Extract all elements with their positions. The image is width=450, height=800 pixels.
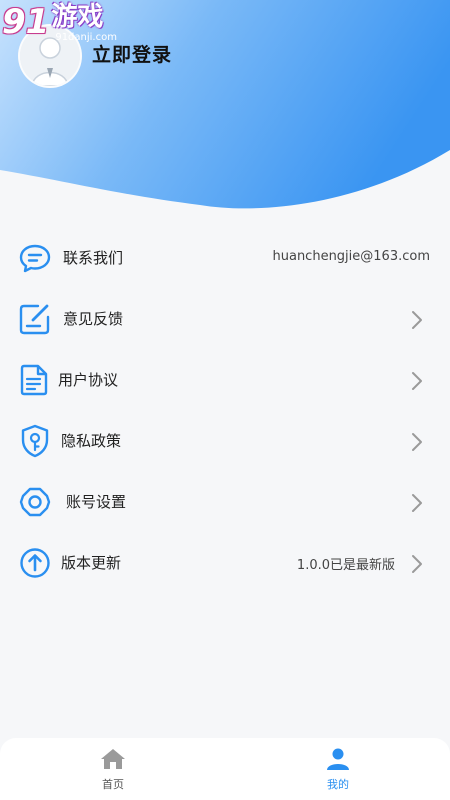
menu-label-account-settings: 账号设置: [66, 493, 127, 511]
upload-arrow-icon: [20, 548, 50, 578]
menu-label-contact: 联系我们: [63, 249, 124, 267]
menu-label-version-update: 版本更新: [61, 554, 122, 572]
watermark-logo: 91 游戏 91danji.com: [2, 2, 117, 44]
edit-note-icon: [19, 304, 50, 335]
version-status: 1.0.0已是最新版: [296, 558, 395, 573]
bottom-tab-bar: 首页 我的: [0, 738, 450, 800]
tab-home[interactable]: 首页: [83, 748, 143, 792]
menu-label-user-agreement: 用户协议: [58, 371, 119, 389]
chevron-right-icon: [412, 555, 422, 573]
shield-key-icon: [21, 424, 49, 458]
contact-email: huanchengjie@163.com: [272, 249, 431, 264]
tab-mine[interactable]: 我的: [308, 748, 368, 792]
menu-item-privacy-policy[interactable]: 隐私政策: [0, 411, 450, 471]
menu-label-privacy-policy: 隐私政策: [61, 432, 122, 450]
login-button[interactable]: 立即登录: [92, 40, 172, 67]
menu-item-feedback[interactable]: 意见反馈: [0, 289, 450, 349]
gear-icon: [19, 487, 51, 517]
chevron-right-icon: [412, 433, 422, 451]
home-icon: [101, 749, 125, 769]
chevron-right-icon: [412, 372, 422, 390]
chevron-right-icon: [412, 494, 422, 512]
user-icon: [327, 748, 349, 770]
menu-item-account-settings[interactable]: 账号设置: [0, 472, 450, 532]
profile-header: 91 游戏 91danji.com 立即登录: [0, 0, 450, 215]
watermark-text: 游戏: [51, 2, 104, 32]
watermark-number: 91: [2, 2, 50, 42]
menu-label-feedback: 意见反馈: [63, 310, 124, 328]
menu-item-contact[interactable]: 联系我们 huanchengjie@163.com: [0, 228, 450, 288]
tab-mine-label: 我的: [327, 778, 349, 791]
document-icon: [20, 364, 48, 396]
chevron-right-icon: [412, 311, 422, 329]
menu-item-user-agreement[interactable]: 用户协议: [0, 350, 450, 410]
menu-item-version-update[interactable]: 版本更新 1.0.0已是最新版: [0, 533, 450, 593]
chat-bubble-icon: [19, 244, 51, 273]
tab-home-label: 首页: [102, 778, 124, 791]
